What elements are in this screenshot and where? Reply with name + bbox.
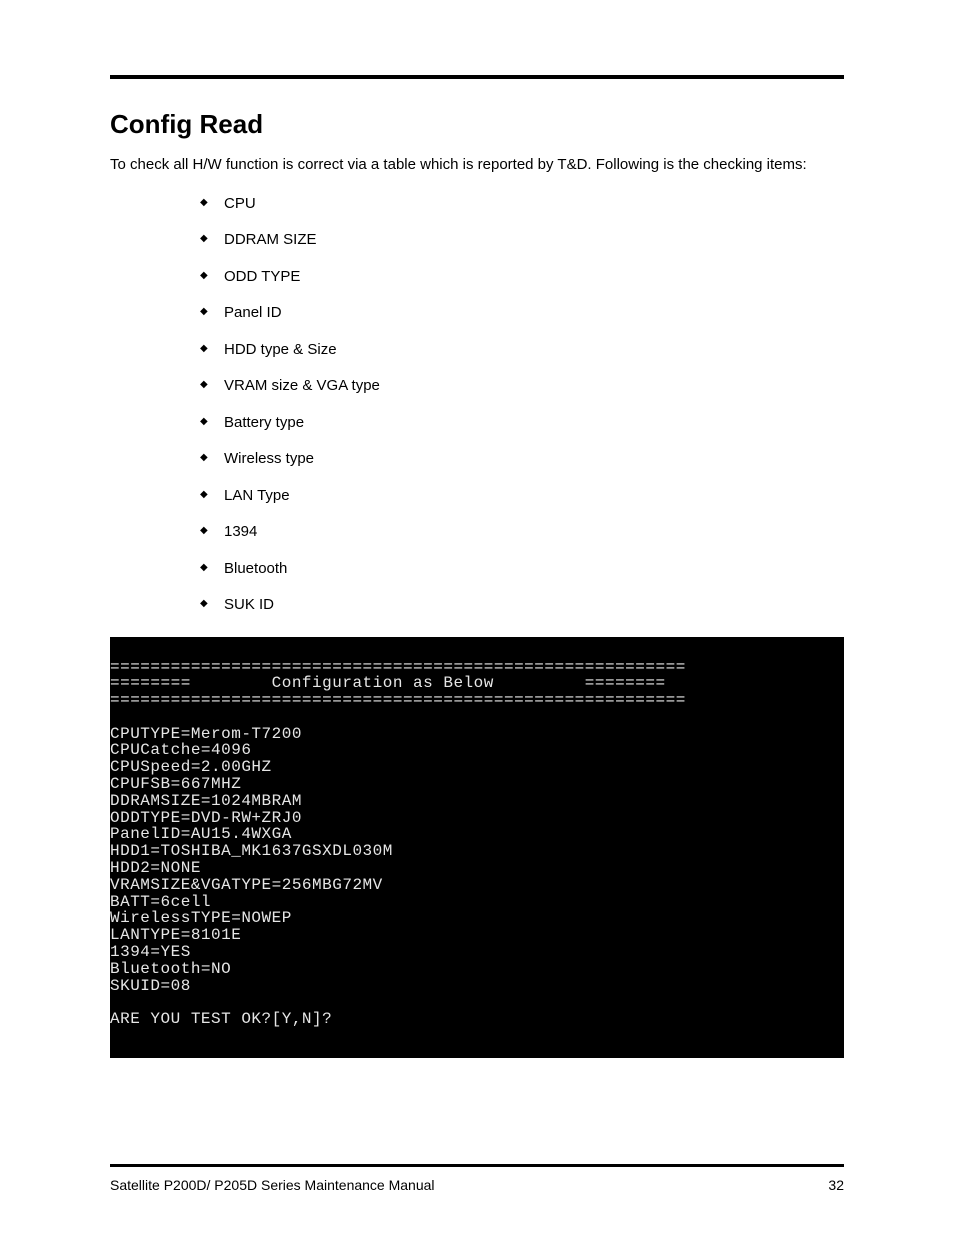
bullet-item: SUK ID: [200, 594, 844, 617]
page-footer: Satellite P200D/ P205D Series Maintenanc…: [110, 1177, 844, 1193]
footer-right: 32: [828, 1177, 844, 1193]
intro-paragraph: To check all H/W function is correct via…: [110, 154, 844, 177]
bullet-item: HDD type & Size: [200, 339, 844, 362]
bullet-item: 1394: [200, 521, 844, 544]
terminal-output: ========================================…: [110, 637, 844, 1059]
bullet-item: DDRAM SIZE: [200, 229, 844, 252]
bullet-item: CPU: [200, 193, 844, 216]
top-rule: [110, 75, 844, 79]
bullet-item: LAN Type: [200, 485, 844, 508]
page-content: Config Read To check all H/W function is…: [0, 0, 954, 1058]
bullet-item: Bluetooth: [200, 558, 844, 581]
bullet-list: CPU DDRAM SIZE ODD TYPE Panel ID HDD type & …: [200, 193, 844, 617]
footer-rule: [110, 1164, 844, 1167]
bullet-item: Panel ID: [200, 302, 844, 325]
bullet-item: ODD TYPE: [200, 266, 844, 289]
bullet-item: Wireless type: [200, 448, 844, 471]
bullet-item: Battery type: [200, 412, 844, 435]
section-heading: Config Read: [110, 109, 844, 140]
footer-left: Satellite P200D/ P205D Series Maintenanc…: [110, 1177, 435, 1193]
bullet-item: VRAM size & VGA type: [200, 375, 844, 398]
